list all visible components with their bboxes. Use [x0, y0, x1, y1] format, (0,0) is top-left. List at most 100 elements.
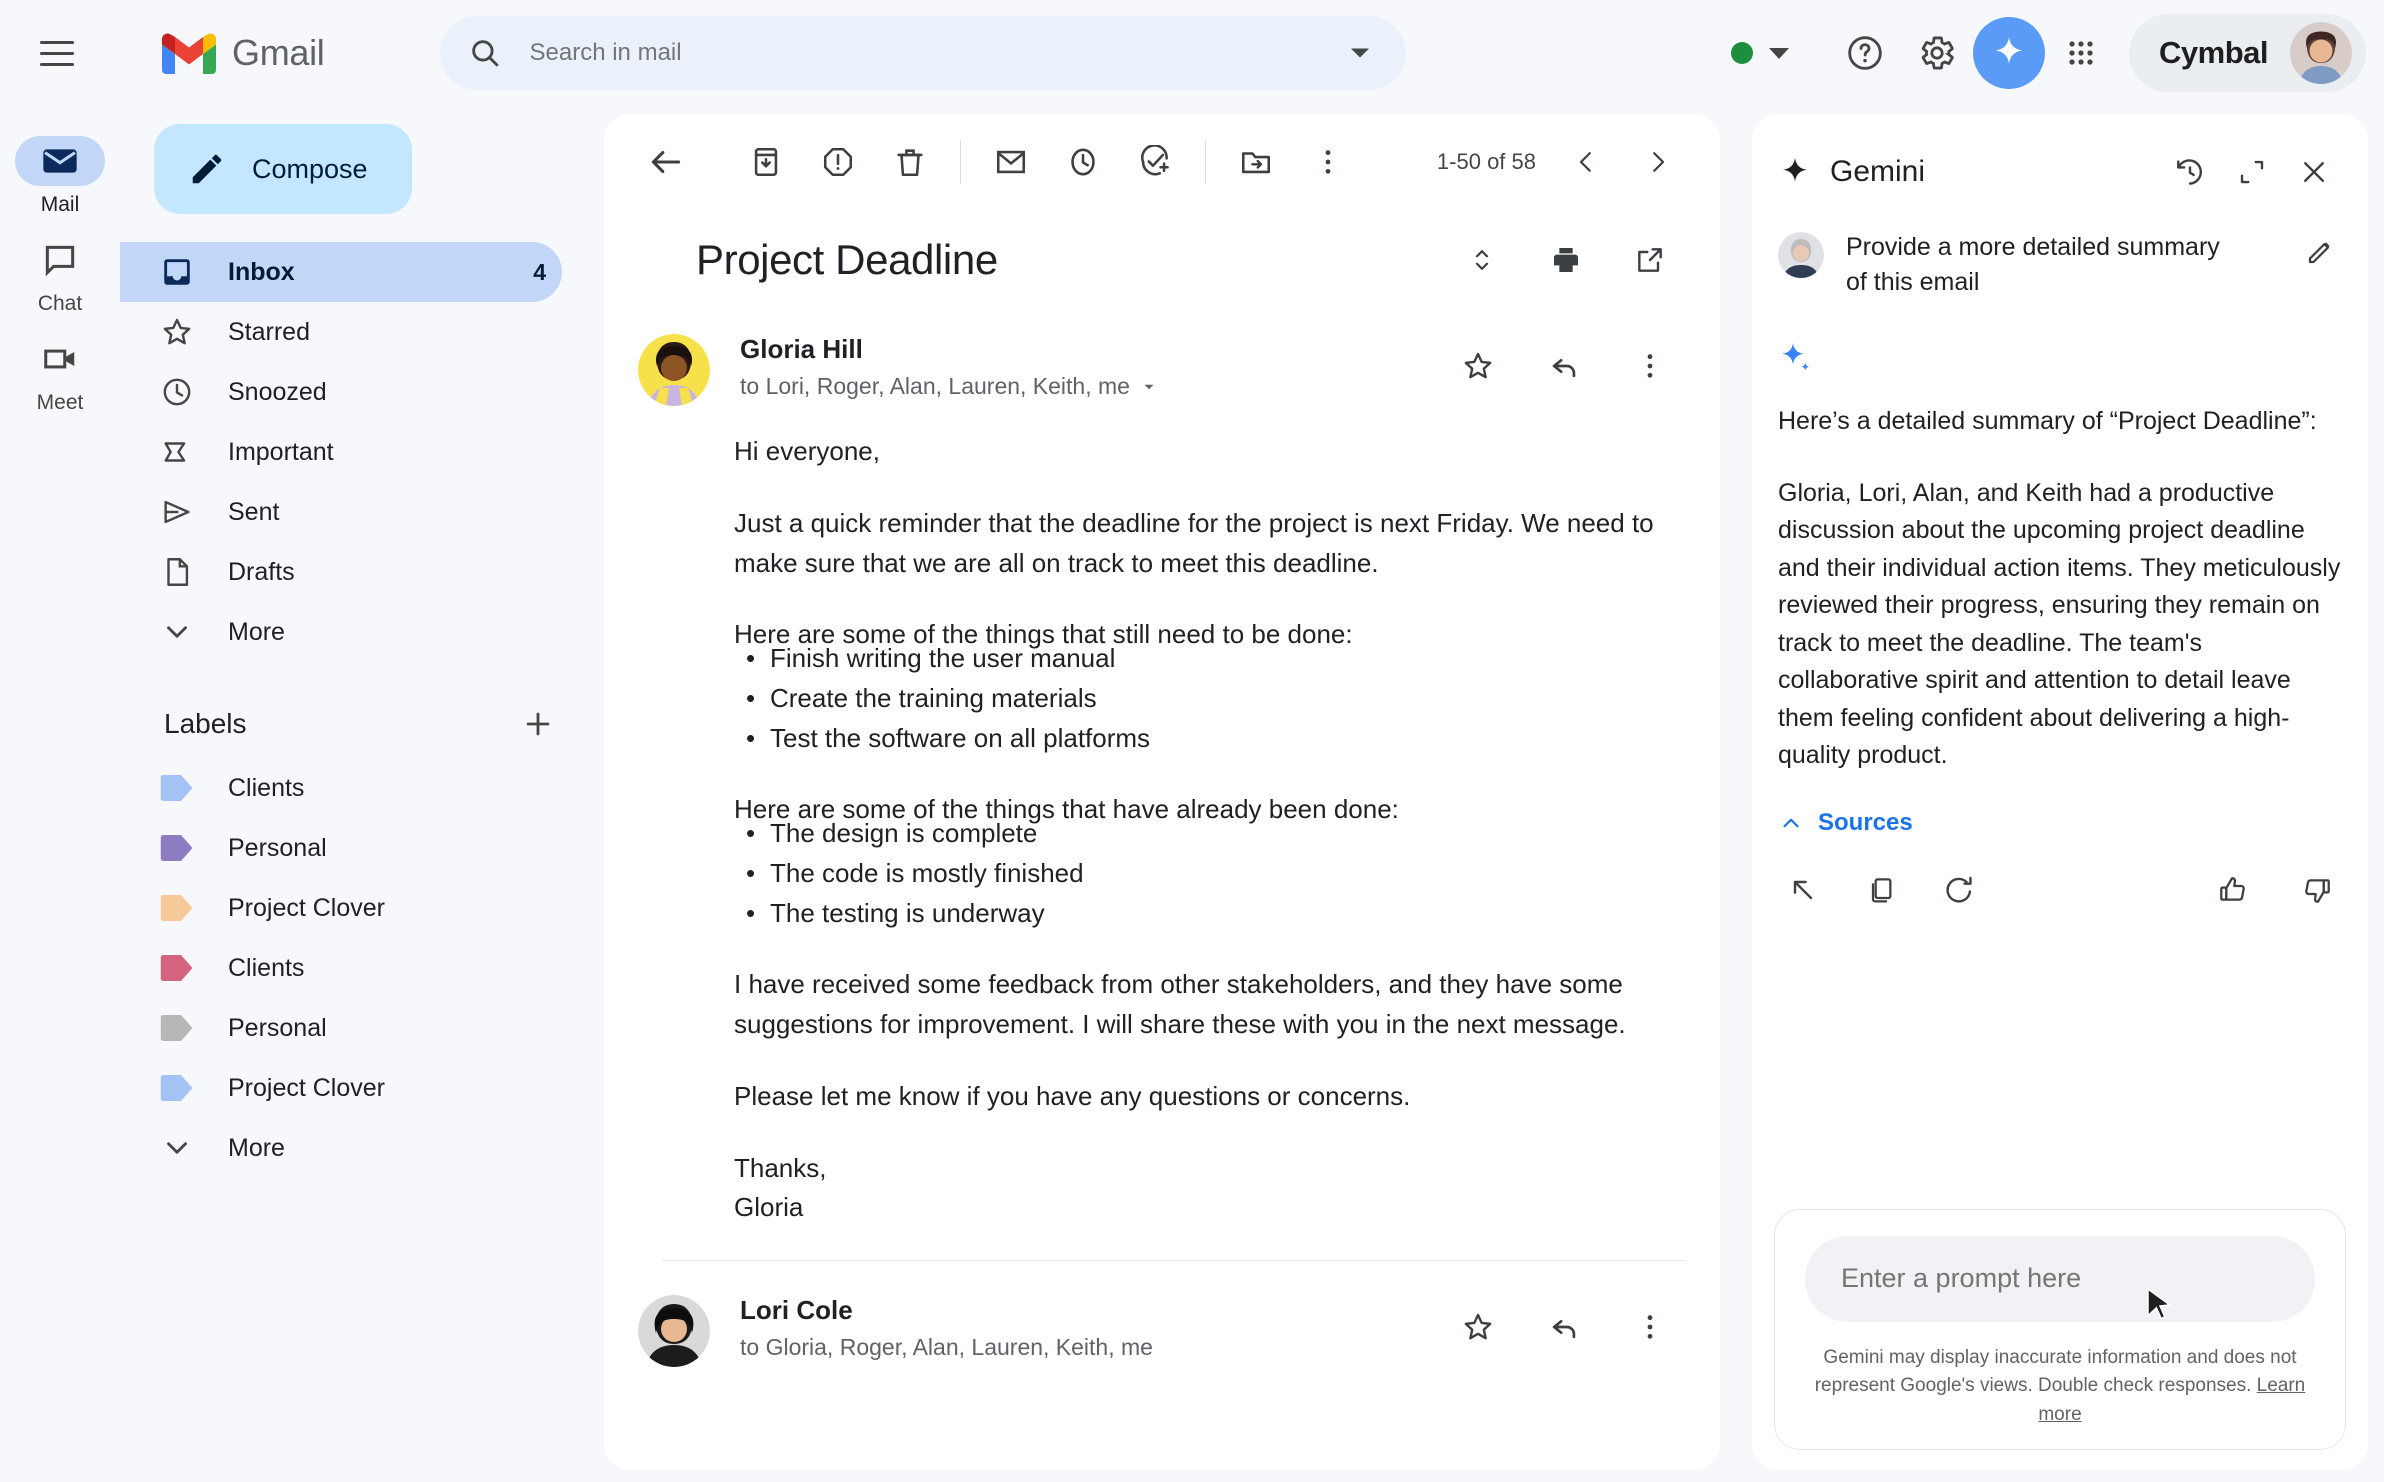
- help-button[interactable]: [1829, 17, 1901, 89]
- gemini-copy-button[interactable]: [1856, 865, 1906, 915]
- done-list: The design is complete The code is mostl…: [734, 814, 1664, 933]
- report-spam-button[interactable]: [802, 126, 874, 198]
- label-item[interactable]: Clients: [120, 758, 600, 818]
- avatar[interactable]: [638, 334, 710, 406]
- add-to-tasks-button[interactable]: [1119, 126, 1191, 198]
- sidebar-item-snoozed[interactable]: Snoozed: [120, 362, 562, 422]
- gemini-regenerate-button[interactable]: [1934, 865, 1984, 915]
- gemini-edit-prompt-button[interactable]: [2298, 230, 2342, 274]
- gemini-user-prompt: Provide a more detailed summary of this …: [1778, 230, 2342, 300]
- sidebar-nav: Inbox 4 Starred Snoozed Important: [120, 242, 600, 662]
- compose-label: Compose: [252, 154, 368, 185]
- chevron-down-icon[interactable]: [1769, 48, 1789, 59]
- avatar[interactable]: [2290, 22, 2352, 84]
- gemini-history-button[interactable]: [2162, 144, 2218, 200]
- star-message-button[interactable]: [1442, 1291, 1514, 1363]
- reply-button[interactable]: [1528, 330, 1600, 402]
- gemini-sparkle-icon: [1778, 155, 1812, 189]
- rail-item-mail[interactable]: Mail: [5, 136, 115, 217]
- recipients-text: to Lori, Roger, Alan, Lauren, Keith, me: [740, 373, 1130, 400]
- insert-arrow-icon: [1787, 874, 1819, 906]
- gemini-prompt-input[interactable]: [1805, 1236, 2315, 1322]
- gemini-title: Gemini: [1830, 155, 1925, 189]
- gemini-sparkle-icon: [1778, 340, 1814, 376]
- gemini-close-button[interactable]: [2286, 144, 2342, 200]
- back-button[interactable]: [630, 126, 702, 198]
- label-item[interactable]: Personal: [120, 818, 600, 878]
- status-indicator[interactable]: [1731, 42, 1789, 64]
- chevron-down-icon[interactable]: [1342, 35, 1378, 71]
- sidebar-item-inbox[interactable]: Inbox 4: [120, 242, 562, 302]
- account-chip[interactable]: Cymbal: [2129, 14, 2366, 92]
- message-actions: [1442, 330, 1686, 402]
- gemini-disclaimer: Gemini may display inaccurate informatio…: [1805, 1344, 2315, 1430]
- archive-button[interactable]: [730, 126, 802, 198]
- label-item[interactable]: Personal: [120, 998, 600, 1058]
- avatar[interactable]: [638, 1295, 710, 1367]
- thumb-down-icon: [2301, 874, 2333, 906]
- label-item[interactable]: Project Clover: [120, 878, 600, 938]
- settings-button[interactable]: [1901, 17, 1973, 89]
- print-button[interactable]: [1530, 224, 1602, 296]
- rail-pill-chat: [15, 235, 105, 285]
- video-camera-icon: [41, 340, 79, 378]
- gemini-thumb-down-button[interactable]: [2292, 865, 2342, 915]
- body-signature: Gloria: [734, 1188, 1664, 1228]
- rail-item-meet[interactable]: Meet: [5, 334, 115, 415]
- previous-page-button[interactable]: [1550, 126, 1622, 198]
- gemini-button[interactable]: [1973, 17, 2045, 89]
- sidebar-item-important[interactable]: Important: [120, 422, 562, 482]
- gemini-sources-toggle[interactable]: Sources: [1778, 809, 2342, 837]
- recipients[interactable]: to Gloria, Roger, Alan, Lauren, Keith, m…: [740, 1334, 1153, 1361]
- compose-button[interactable]: Compose: [154, 124, 412, 214]
- hamburger-icon[interactable]: [20, 16, 94, 90]
- sidebar-item-starred[interactable]: Starred: [120, 302, 562, 362]
- expand-diagonal-icon: [2237, 157, 2267, 187]
- search-input[interactable]: [530, 39, 1342, 67]
- recipients-text: to Gloria, Roger, Alan, Lauren, Keith, m…: [740, 1334, 1153, 1361]
- plus-icon: [521, 707, 555, 741]
- label-item[interactable]: Clients: [120, 938, 600, 998]
- sidebar-item-sent[interactable]: Sent: [120, 482, 562, 542]
- move-to-button[interactable]: [1220, 126, 1292, 198]
- gemini-insert-button[interactable]: [1778, 865, 1828, 915]
- gear-icon: [1917, 33, 1957, 73]
- gemini-sparkle-icon: [1990, 34, 2028, 72]
- more-vertical-icon: [1311, 145, 1345, 179]
- search-bar[interactable]: [440, 16, 1406, 90]
- star-icon: [1461, 349, 1495, 383]
- more-options-button[interactable]: [1292, 126, 1364, 198]
- gmail-brand[interactable]: Gmail: [162, 32, 325, 74]
- gemini-disclaimer-text: Gemini may display inaccurate informatio…: [1815, 1347, 2297, 1397]
- sidebar-item-more[interactable]: More: [120, 602, 562, 662]
- message-more-button[interactable]: [1614, 330, 1686, 402]
- search-icon: [468, 36, 502, 70]
- gemini-expand-button[interactable]: [2224, 144, 2280, 200]
- sidebar-item-drafts[interactable]: Drafts: [120, 542, 562, 602]
- reply-button[interactable]: [1528, 1291, 1600, 1363]
- chevron-down-icon: [160, 615, 194, 649]
- history-clock-icon: [2174, 156, 2206, 188]
- apps-button[interactable]: [2045, 17, 2117, 89]
- create-label-button[interactable]: [514, 700, 562, 748]
- snooze-button[interactable]: [1047, 126, 1119, 198]
- next-page-button[interactable]: [1622, 126, 1694, 198]
- label-tag-icon: [160, 955, 194, 981]
- label-item[interactable]: Project Clover: [120, 1058, 600, 1118]
- help-icon: [1845, 33, 1885, 73]
- open-in-new-window-icon: [1634, 244, 1666, 276]
- pencil-icon: [188, 150, 226, 188]
- sidebar-label-drafts: Drafts: [228, 558, 295, 587]
- labels-more-button[interactable]: More: [120, 1118, 600, 1178]
- subject-row: Project Deadline: [604, 210, 1720, 296]
- mark-unread-button[interactable]: [975, 126, 1047, 198]
- message-more-button[interactable]: [1614, 1291, 1686, 1363]
- rail-item-chat[interactable]: Chat: [5, 235, 115, 316]
- recipients[interactable]: to Lori, Roger, Alan, Lauren, Keith, me: [740, 373, 1158, 400]
- star-message-button[interactable]: [1442, 330, 1514, 402]
- popout-button[interactable]: [1614, 224, 1686, 296]
- gemini-thumb-up-button[interactable]: [2208, 865, 2258, 915]
- delete-button[interactable]: [874, 126, 946, 198]
- message-lori-cole[interactable]: Lori Cole to Gloria, Roger, Alan, Lauren…: [604, 1261, 1720, 1367]
- expand-all-button[interactable]: [1446, 224, 1518, 296]
